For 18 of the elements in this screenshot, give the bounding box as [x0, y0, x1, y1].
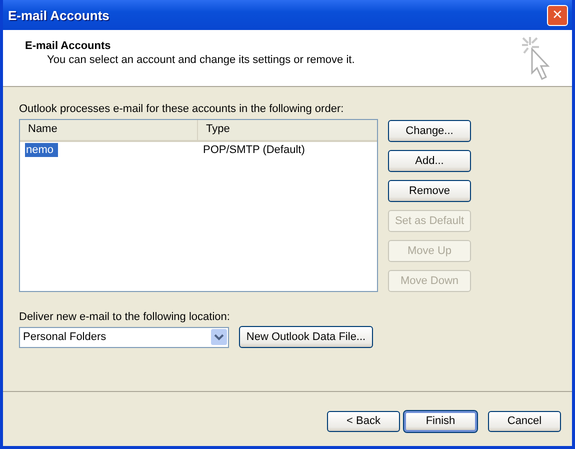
wizard-button[interactable]: Finish [404, 410, 477, 432]
column-header[interactable]: Name [20, 120, 198, 140]
column-header[interactable]: Type [198, 120, 377, 140]
delivery-label: Deliver new e-mail to the following location: [19, 311, 230, 323]
account-button[interactable]: Change... [388, 120, 471, 142]
accounts-label: Outlook processes e-mail for these accounts in the following order: [19, 103, 344, 115]
header-subtitle: You can select an account and change its settings or remove it. [46, 54, 355, 66]
location-dropdown[interactable]: Personal Folders [19, 326, 229, 348]
account-button[interactable]: Remove [388, 180, 471, 202]
account-type: POP/SMTP (Default) [203, 144, 305, 156]
window-title: E-mail Accounts [8, 8, 110, 22]
wizard-button[interactable]: Cancel [488, 410, 561, 432]
wizard-button[interactable]: < Back [327, 410, 400, 432]
new-data-file-button[interactable]: New Outlook Data File... [239, 326, 373, 348]
account-name[interactable]: nemo [25, 143, 58, 157]
account-button[interactable]: Add... [388, 150, 471, 172]
header-title: E-mail Accounts [25, 40, 112, 52]
close-button[interactable]: ✕ [547, 4, 568, 26]
